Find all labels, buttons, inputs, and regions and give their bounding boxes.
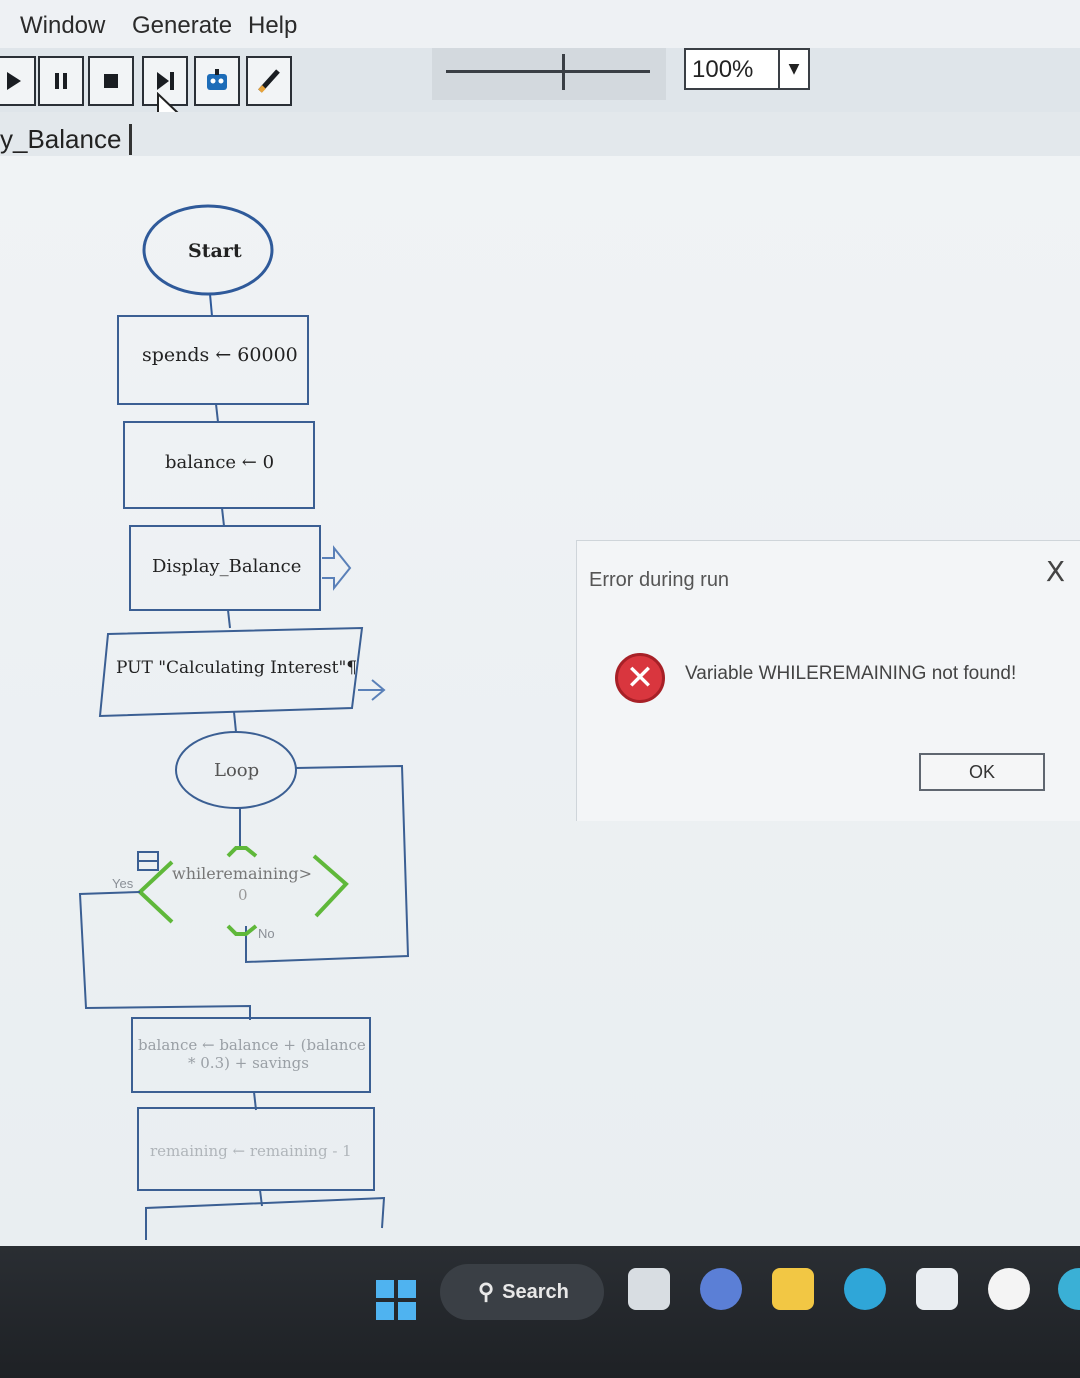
put-label: PUT "Calculating Interest"¶ [116,658,358,678]
play-button[interactable] [0,56,36,106]
balance-init-label: balance ← 0 [165,452,275,473]
play-icon [7,72,21,90]
pen-button[interactable] [246,56,292,106]
decrement-label: remaining ← remaining - 1 [150,1142,352,1160]
pause-button[interactable] [38,56,84,106]
edge-icon[interactable] [844,1268,886,1310]
loop-label: Loop [214,760,260,781]
chevron-down-icon[interactable]: ▼ [778,50,808,88]
slider-track [446,70,650,73]
partial-box [145,1196,386,1240]
chat-icon[interactable] [700,1268,742,1310]
start-label: Start [188,240,242,262]
condition-label-2: 0 [238,886,248,904]
spends-label: spends ← 60000 [142,344,298,366]
pause-icon [55,73,67,89]
error-message: Variable WHILEREMAINING not found! [685,663,1017,684]
taskbar: ⚲ Search [0,1246,1080,1378]
file-explorer-icon[interactable] [772,1268,814,1310]
condition-label-1: whileremaining> [172,864,313,883]
slider-thumb[interactable] [562,54,575,90]
search-icon: ⚲ [478,1279,495,1304]
display-balance-label: Display_Balance [152,556,302,577]
pen-icon [258,69,280,93]
robot-icon [207,69,227,90]
error-dialog: Error during run X ✕ Variable WHILEREMAI… [576,540,1080,821]
tab-balance[interactable]: y_Balance [0,124,133,155]
step-icon [157,72,174,90]
menu-bar: Window Generate Help [0,0,1080,49]
robot-button[interactable] [194,56,240,106]
error-icon: ✕ [615,653,665,703]
zoom-value: 100% [692,56,754,83]
stop-icon [104,74,118,88]
menu-help[interactable]: Help [248,12,297,40]
app-icon[interactable] [988,1268,1030,1310]
taskbar-search[interactable]: ⚲ Search [440,1264,604,1320]
task-view-icon[interactable] [628,1268,670,1310]
search-label: Search [502,1280,569,1303]
close-icon[interactable]: X [1046,555,1065,588]
yes-label: Yes [112,876,134,891]
dialog-title: Error during run [589,569,730,591]
call-arrow [322,545,352,591]
zoom-select[interactable]: 100% ▼ [684,48,810,90]
stop-button[interactable] [88,56,134,106]
menu-generate[interactable]: Generate [132,12,232,40]
calc-label-1: balance ← balance + (balance [138,1036,366,1054]
calc-label-2: * 0.3) + savings [188,1054,309,1072]
no-label: No [258,926,275,941]
speed-slider[interactable] [432,48,666,100]
windows-start-icon[interactable] [376,1280,416,1320]
app-icon-partial[interactable] [1058,1268,1080,1310]
store-icon[interactable] [916,1268,958,1310]
menu-window[interactable]: Window [20,12,105,40]
tab-bar: y_Balance [0,112,1080,157]
ok-button[interactable]: OK [919,753,1045,791]
